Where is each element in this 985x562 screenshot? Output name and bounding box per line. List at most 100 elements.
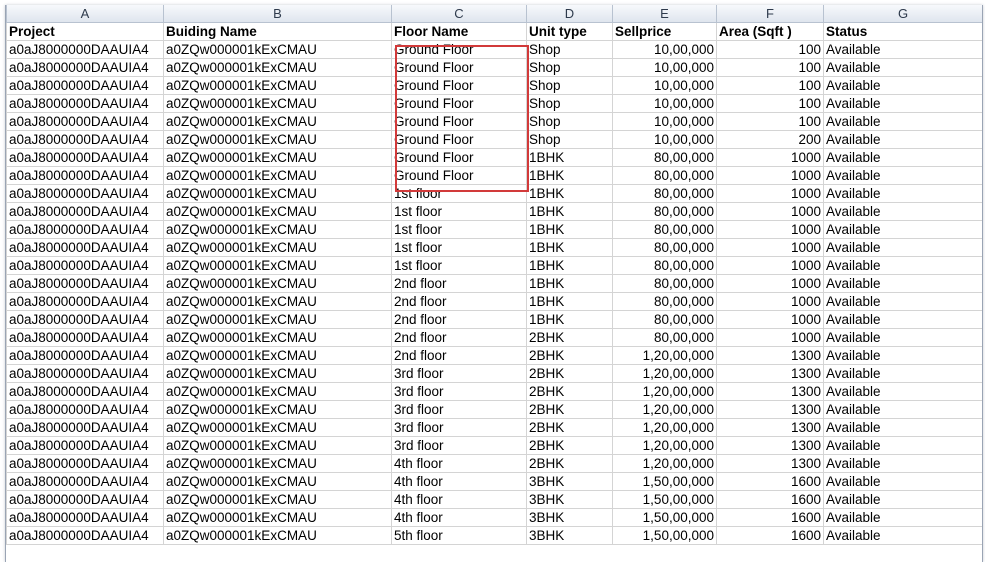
project-cell[interactable]: a0aJ8000000DAAUIA4	[6, 220, 164, 239]
building-name-cell[interactable]: a0ZQw000001kExCMAU	[163, 220, 392, 239]
project-cell[interactable]: a0aJ8000000DAAUIA4	[6, 184, 164, 203]
floor-name-cell[interactable]: Ground Floor	[391, 166, 527, 185]
unit-type-cell[interactable]: 2BHK	[526, 346, 613, 365]
status-cell[interactable]: Available	[823, 76, 982, 95]
status-cell[interactable]: Available	[823, 112, 982, 131]
building-name-cell[interactable]: a0ZQw000001kExCMAU	[163, 148, 392, 167]
header-cell-unit-type[interactable]: Unit type	[526, 22, 613, 41]
unit-type-cell[interactable]: Shop	[526, 112, 613, 131]
column-header-a[interactable]: A	[6, 5, 164, 23]
floor-name-cell[interactable]: 1st floor	[391, 220, 527, 239]
sellprice-cell[interactable]: 1,20,00,000	[612, 364, 717, 383]
status-cell[interactable]: Available	[823, 508, 982, 527]
status-cell[interactable]: Available	[823, 238, 982, 257]
floor-name-cell[interactable]: 4th floor	[391, 454, 527, 473]
building-name-cell[interactable]: a0ZQw000001kExCMAU	[163, 472, 392, 491]
header-cell-building-name[interactable]: Buiding Name	[163, 22, 392, 41]
floor-name-cell[interactable]: 5th floor	[391, 526, 527, 545]
building-name-cell[interactable]: a0ZQw000001kExCMAU	[163, 364, 392, 383]
floor-name-cell[interactable]: 2nd floor	[391, 292, 527, 311]
status-cell[interactable]: Available	[823, 328, 982, 347]
building-name-cell[interactable]: a0ZQw000001kExCMAU	[163, 256, 392, 275]
building-name-cell[interactable]: a0ZQw000001kExCMAU	[163, 274, 392, 293]
sellprice-cell[interactable]: 1,20,00,000	[612, 346, 717, 365]
status-cell[interactable]: Available	[823, 382, 982, 401]
sellprice-cell[interactable]: 1,50,00,000	[612, 526, 717, 545]
unit-type-cell[interactable]: 1BHK	[526, 292, 613, 311]
area-cell[interactable]: 1000	[716, 220, 824, 239]
area-cell[interactable]: 1000	[716, 256, 824, 275]
header-cell-floor-name[interactable]: Floor Name	[391, 22, 527, 41]
floor-name-cell[interactable]: 1st floor	[391, 184, 527, 203]
unit-type-cell[interactable]: 1BHK	[526, 148, 613, 167]
sellprice-cell[interactable]: 80,00,000	[612, 238, 717, 257]
building-name-cell[interactable]: a0ZQw000001kExCMAU	[163, 112, 392, 131]
status-cell[interactable]: Available	[823, 184, 982, 203]
sellprice-cell[interactable]: 80,00,000	[612, 202, 717, 221]
header-cell-status[interactable]: Status	[823, 22, 982, 41]
project-cell[interactable]: a0aJ8000000DAAUIA4	[6, 94, 164, 113]
project-cell[interactable]: a0aJ8000000DAAUIA4	[6, 364, 164, 383]
building-name-cell[interactable]: a0ZQw000001kExCMAU	[163, 310, 392, 329]
floor-name-cell[interactable]: 1st floor	[391, 202, 527, 221]
unit-type-cell[interactable]: 2BHK	[526, 328, 613, 347]
status-cell[interactable]: Available	[823, 400, 982, 419]
unit-type-cell[interactable]: 1BHK	[526, 202, 613, 221]
unit-type-cell[interactable]: 1BHK	[526, 238, 613, 257]
unit-type-cell[interactable]: 2BHK	[526, 436, 613, 455]
sellprice-cell[interactable]: 1,50,00,000	[612, 472, 717, 491]
project-cell[interactable]: a0aJ8000000DAAUIA4	[6, 58, 164, 77]
sellprice-cell[interactable]: 80,00,000	[612, 310, 717, 329]
building-name-cell[interactable]: a0ZQw000001kExCMAU	[163, 508, 392, 527]
status-cell[interactable]: Available	[823, 94, 982, 113]
area-cell[interactable]: 1000	[716, 238, 824, 257]
status-cell[interactable]: Available	[823, 58, 982, 77]
sellprice-cell[interactable]: 10,00,000	[612, 130, 717, 149]
floor-name-cell[interactable]: 2nd floor	[391, 310, 527, 329]
floor-name-cell[interactable]: 4th floor	[391, 508, 527, 527]
building-name-cell[interactable]: a0ZQw000001kExCMAU	[163, 184, 392, 203]
unit-type-cell[interactable]: Shop	[526, 58, 613, 77]
floor-name-cell[interactable]: 3rd floor	[391, 418, 527, 437]
project-cell[interactable]: a0aJ8000000DAAUIA4	[6, 76, 164, 95]
sellprice-cell[interactable]: 80,00,000	[612, 220, 717, 239]
area-cell[interactable]: 1300	[716, 400, 824, 419]
status-cell[interactable]: Available	[823, 40, 982, 59]
status-cell[interactable]: Available	[823, 292, 982, 311]
status-cell[interactable]: Available	[823, 418, 982, 437]
sellprice-cell[interactable]: 1,50,00,000	[612, 508, 717, 527]
sellprice-cell[interactable]: 10,00,000	[612, 94, 717, 113]
area-cell[interactable]: 1600	[716, 472, 824, 491]
building-name-cell[interactable]: a0ZQw000001kExCMAU	[163, 454, 392, 473]
floor-name-cell[interactable]: 2nd floor	[391, 328, 527, 347]
unit-type-cell[interactable]: 1BHK	[526, 310, 613, 329]
building-name-cell[interactable]: a0ZQw000001kExCMAU	[163, 202, 392, 221]
area-cell[interactable]: 100	[716, 76, 824, 95]
floor-name-cell[interactable]: 2nd floor	[391, 274, 527, 293]
floor-name-cell[interactable]: Ground Floor	[391, 76, 527, 95]
building-name-cell[interactable]: a0ZQw000001kExCMAU	[163, 418, 392, 437]
status-cell[interactable]: Available	[823, 202, 982, 221]
status-cell[interactable]: Available	[823, 526, 982, 545]
floor-name-cell[interactable]: Ground Floor	[391, 148, 527, 167]
area-cell[interactable]: 1000	[716, 274, 824, 293]
building-name-cell[interactable]: a0ZQw000001kExCMAU	[163, 490, 392, 509]
area-cell[interactable]: 1000	[716, 202, 824, 221]
sellprice-cell[interactable]: 80,00,000	[612, 328, 717, 347]
building-name-cell[interactable]: a0ZQw000001kExCMAU	[163, 292, 392, 311]
sellprice-cell[interactable]: 80,00,000	[612, 184, 717, 203]
area-cell[interactable]: 100	[716, 58, 824, 77]
project-cell[interactable]: a0aJ8000000DAAUIA4	[6, 436, 164, 455]
header-cell-area[interactable]: Area (Sqft )	[716, 22, 824, 41]
header-cell-project[interactable]: Project	[6, 22, 164, 41]
sellprice-cell[interactable]: 80,00,000	[612, 148, 717, 167]
project-cell[interactable]: a0aJ8000000DAAUIA4	[6, 40, 164, 59]
sellprice-cell[interactable]: 1,20,00,000	[612, 382, 717, 401]
sellprice-cell[interactable]: 80,00,000	[612, 274, 717, 293]
floor-name-cell[interactable]: 1st floor	[391, 256, 527, 275]
area-cell[interactable]: 1600	[716, 490, 824, 509]
unit-type-cell[interactable]: 3BHK	[526, 490, 613, 509]
unit-type-cell[interactable]: 1BHK	[526, 184, 613, 203]
area-cell[interactable]: 1000	[716, 148, 824, 167]
floor-name-cell[interactable]: 3rd floor	[391, 364, 527, 383]
